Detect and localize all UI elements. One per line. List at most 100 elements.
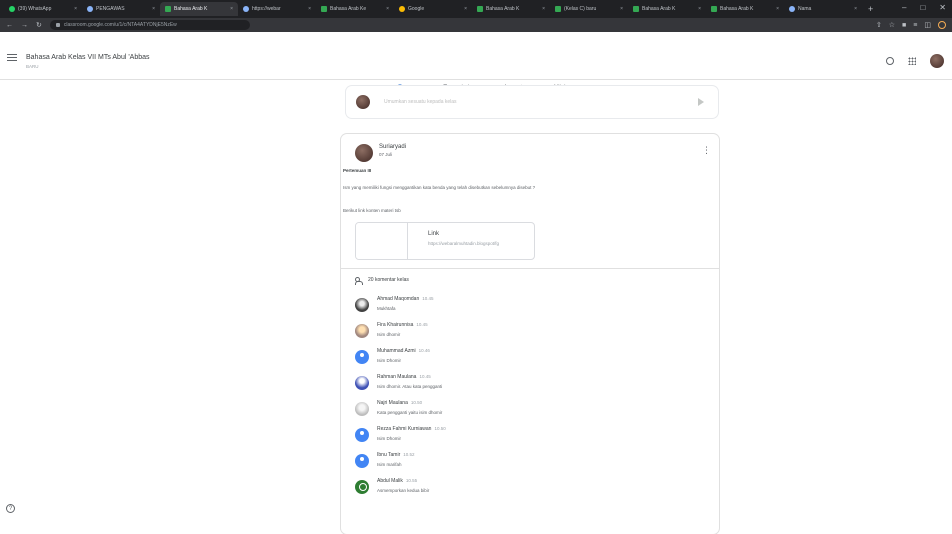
send-icon[interactable] (698, 98, 704, 106)
commenter-name-text: Ahmad Maqomdan (377, 296, 420, 302)
link-url: https://webaralmuhtadin.blogspot/fg (428, 241, 500, 246)
commenter-name: Najri Maulana 10.50 (377, 400, 422, 406)
browser-tab-label: Bahasa Arab K (642, 6, 676, 12)
window-controls: – □ ✕ (902, 3, 946, 12)
comment-text: Asmemporkan kedua bibir (377, 488, 430, 493)
close-tab-icon[interactable]: × (464, 6, 467, 12)
browser-tab[interactable]: Google × (394, 2, 472, 16)
forward-icon[interactable]: → (21, 22, 28, 29)
browser-tab[interactable]: https://webar × (238, 2, 316, 16)
apps-grid-icon[interactable] (908, 57, 916, 65)
close-tab-icon[interactable]: × (74, 6, 77, 12)
close-tab-icon[interactable]: × (776, 6, 779, 12)
commenter-name-text: Najri Maulana (377, 400, 408, 406)
browser-tab[interactable]: Bahasa Arab K × (160, 2, 238, 16)
settings-icon[interactable] (886, 57, 894, 65)
minimize-icon[interactable]: – (902, 3, 906, 12)
address-bar-row: ← → ↻ classroom.google.com/u/1/c/NTA4ATY… (0, 18, 952, 32)
close-tab-icon[interactable]: × (230, 6, 233, 12)
commenter-name: Ahmad Maqomdan 10.45 (377, 296, 434, 302)
browser-tab-label: https://webar (252, 6, 281, 12)
commenter-avatar (355, 480, 369, 494)
class-comments-toggle[interactable]: 20 komentar kelas (355, 277, 409, 285)
profile-icon[interactable] (938, 21, 946, 29)
classroom-icon (321, 6, 327, 12)
comment-item: Rahman Maulana 10.45 Isim dhomir. Atau kat… (355, 374, 695, 396)
browser-tab[interactable]: Bahasa Arab K × (472, 2, 550, 16)
close-tab-icon[interactable]: × (308, 6, 311, 12)
commenter-name: Muhammad Azmi 10.46 (377, 348, 430, 354)
url-text: classroom.google.com/u/1/c/NTA4ATYDNjE5N… (63, 22, 177, 28)
commenter-avatar (355, 402, 369, 416)
comment-time: 10.52 (403, 452, 415, 457)
reload-icon[interactable]: ↻ (36, 21, 42, 29)
url-field[interactable]: classroom.google.com/u/1/c/NTA4ATYDNjE5N… (49, 20, 250, 30)
post-date: 07 Juli (379, 152, 393, 157)
class-section: BARU (26, 64, 39, 69)
post-author: Suriaryadi (379, 144, 407, 150)
link-thumbnail (356, 223, 408, 259)
comment-time: 10.46 (418, 348, 430, 353)
comment-time: 10.50 (410, 400, 423, 405)
commenter-name-text: Muhammad Azmi (377, 348, 416, 354)
close-window-icon[interactable]: ✕ (939, 3, 946, 12)
browser-tab[interactable]: PENGAWAS × (82, 2, 160, 16)
close-tab-icon[interactable]: × (854, 6, 857, 12)
maximize-icon[interactable]: □ (920, 3, 925, 12)
browser-tab[interactable]: (Kelas C) baru × (550, 2, 628, 16)
comment-text: Kata pengganti yaitu isim dhomir (377, 410, 443, 415)
globe-icon (243, 6, 249, 12)
browser-tab-label: Google (408, 6, 425, 12)
announce-box[interactable]: Umumkan sesuatu kepada kelas (346, 86, 718, 118)
help-icon[interactable]: ? (6, 504, 15, 513)
account-avatar[interactable] (930, 54, 944, 68)
comment-count: 20 komentar kelas (368, 277, 409, 283)
commenter-name-text: Rahman Maulana (377, 374, 417, 380)
more-options-icon[interactable]: ⋮ (702, 146, 711, 155)
commenter-name-text: Abdul Malik (377, 478, 403, 484)
sidebar-icon[interactable]: ◫ (924, 21, 931, 29)
extension-icon[interactable]: ■ (902, 22, 906, 29)
comment-time: 10.45 (419, 374, 431, 379)
back-icon[interactable]: ← (6, 22, 13, 29)
browser-tab-label: (Kelas C) baru (564, 6, 597, 12)
browser-tab[interactable]: Nama × (784, 2, 862, 16)
people-icon (355, 277, 363, 285)
close-tab-icon[interactable]: × (152, 6, 155, 12)
class-name[interactable]: Bahasa Arab Kelas VII MTs Abul 'Abbas (26, 54, 150, 61)
browser-tab-label: Bahasa Arab K (486, 6, 520, 12)
author-avatar (355, 144, 373, 162)
menu-icon[interactable] (7, 54, 17, 61)
link-title: Link (428, 231, 440, 237)
bookmark-star-icon[interactable]: ☆ (889, 21, 895, 29)
comment-text: Isim dhomir. Atau kata pengganti (377, 384, 443, 389)
close-tab-icon[interactable]: × (386, 6, 389, 12)
commenter-avatar (355, 428, 369, 442)
new-tab-icon[interactable]: + (868, 4, 873, 14)
share-icon[interactable]: ⇧ (876, 21, 882, 29)
close-tab-icon[interactable]: × (620, 6, 623, 12)
commenter-name: Rahman Maulana 10.45 (377, 374, 431, 380)
divider (341, 268, 719, 269)
commenter-name-text: Ibnu Tamir (377, 452, 401, 458)
comment-item: Fira Khairunnisa 10.45 Isim dhomir (355, 322, 695, 344)
browser-tab[interactable]: Bahasa Arab Ke × (316, 2, 394, 16)
close-tab-icon[interactable]: × (542, 6, 545, 12)
lock-icon (55, 23, 60, 27)
announce-input[interactable]: Umumkan sesuatu kepada kelas (378, 97, 698, 107)
comment-item: Najri Maulana 10.50 Kata pengganti yaitu i… (355, 400, 695, 422)
browser-tab[interactable]: (39) WhatsApp × (4, 2, 82, 16)
close-tab-icon[interactable]: × (698, 6, 701, 12)
browser-tab-label: Nama (798, 6, 812, 12)
commenter-name: Abdul Malik 10.55 (377, 478, 417, 484)
classroom-header: Bahasa Arab Kelas VII MTs Abul 'Abbas BA… (0, 32, 952, 112)
browser-tab[interactable]: Bahasa Arab K × (706, 2, 784, 16)
browser-tab-label: Bahasa Arab Ke (330, 6, 367, 12)
link-attachment[interactable]: Link https://webaralmuhtadin.blogspot/fg (355, 222, 535, 260)
commenter-avatar (355, 324, 369, 338)
reading-list-icon[interactable]: ≡ (913, 22, 917, 29)
comment-item: Abdul Malik 10.55 Asmemporkan kedua bibir (355, 478, 695, 500)
browser-tab-label: Bahasa Arab K (174, 6, 208, 12)
classroom-icon (165, 6, 171, 12)
browser-tab[interactable]: Bahasa Arab K × (628, 2, 706, 16)
